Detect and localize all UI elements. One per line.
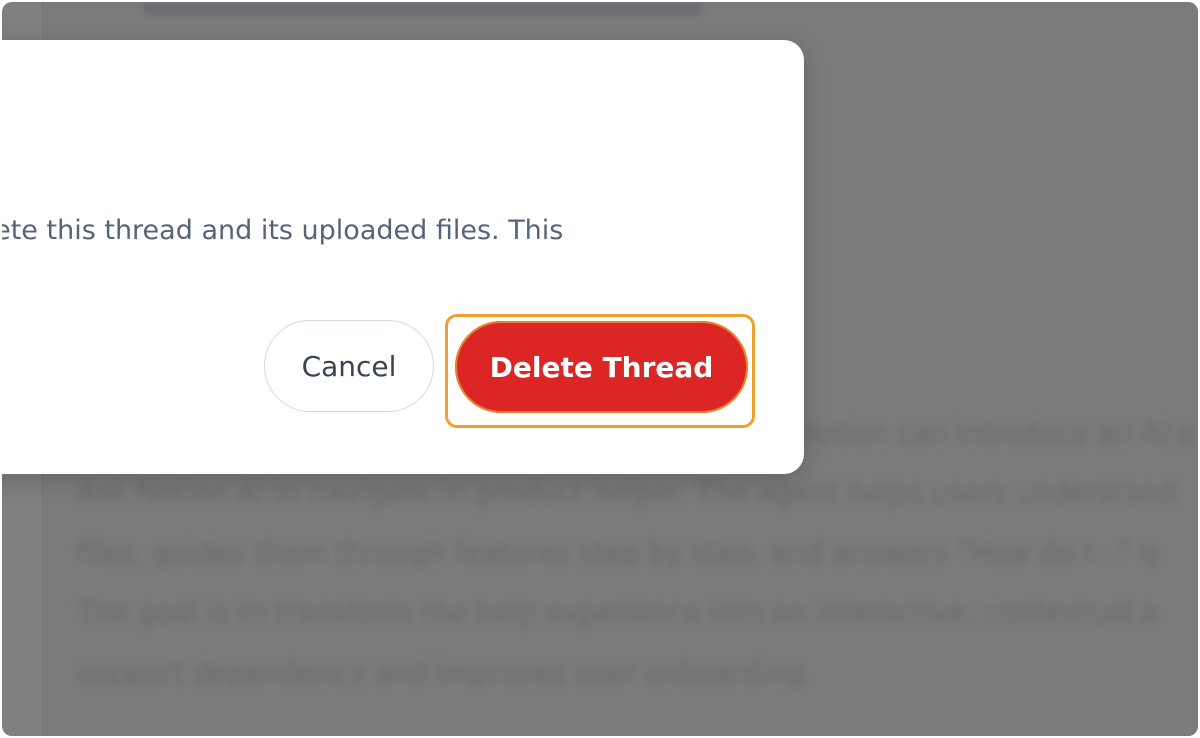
background-paragraph: support dependency and improves user onb… [77, 656, 813, 689]
cancel-button-label: Cancel [301, 349, 397, 383]
dialog-message-line-1: elete this thread and its uploaded files… [2, 215, 564, 246]
cancel-button[interactable]: Cancel [264, 320, 434, 412]
background-toolbar [143, 2, 703, 16]
delete-thread-button[interactable]: Delete Thread [455, 321, 748, 413]
dialog-message: elete this thread and its uploaded files… [2, 206, 630, 304]
background-paragraph: files, guides them through features step… [77, 536, 1158, 569]
delete-thread-dialog: elete this thread and its uploaded files… [2, 40, 804, 474]
screen-frame: Notion's help center has many articles a… [2, 2, 1198, 736]
background-paragraph: The goal is to transform the help experi… [77, 596, 1159, 629]
background-paragraph: Ask Notion AI to navigate in product hel… [77, 476, 1177, 509]
delete-thread-button-label: Delete Thread [489, 350, 714, 384]
